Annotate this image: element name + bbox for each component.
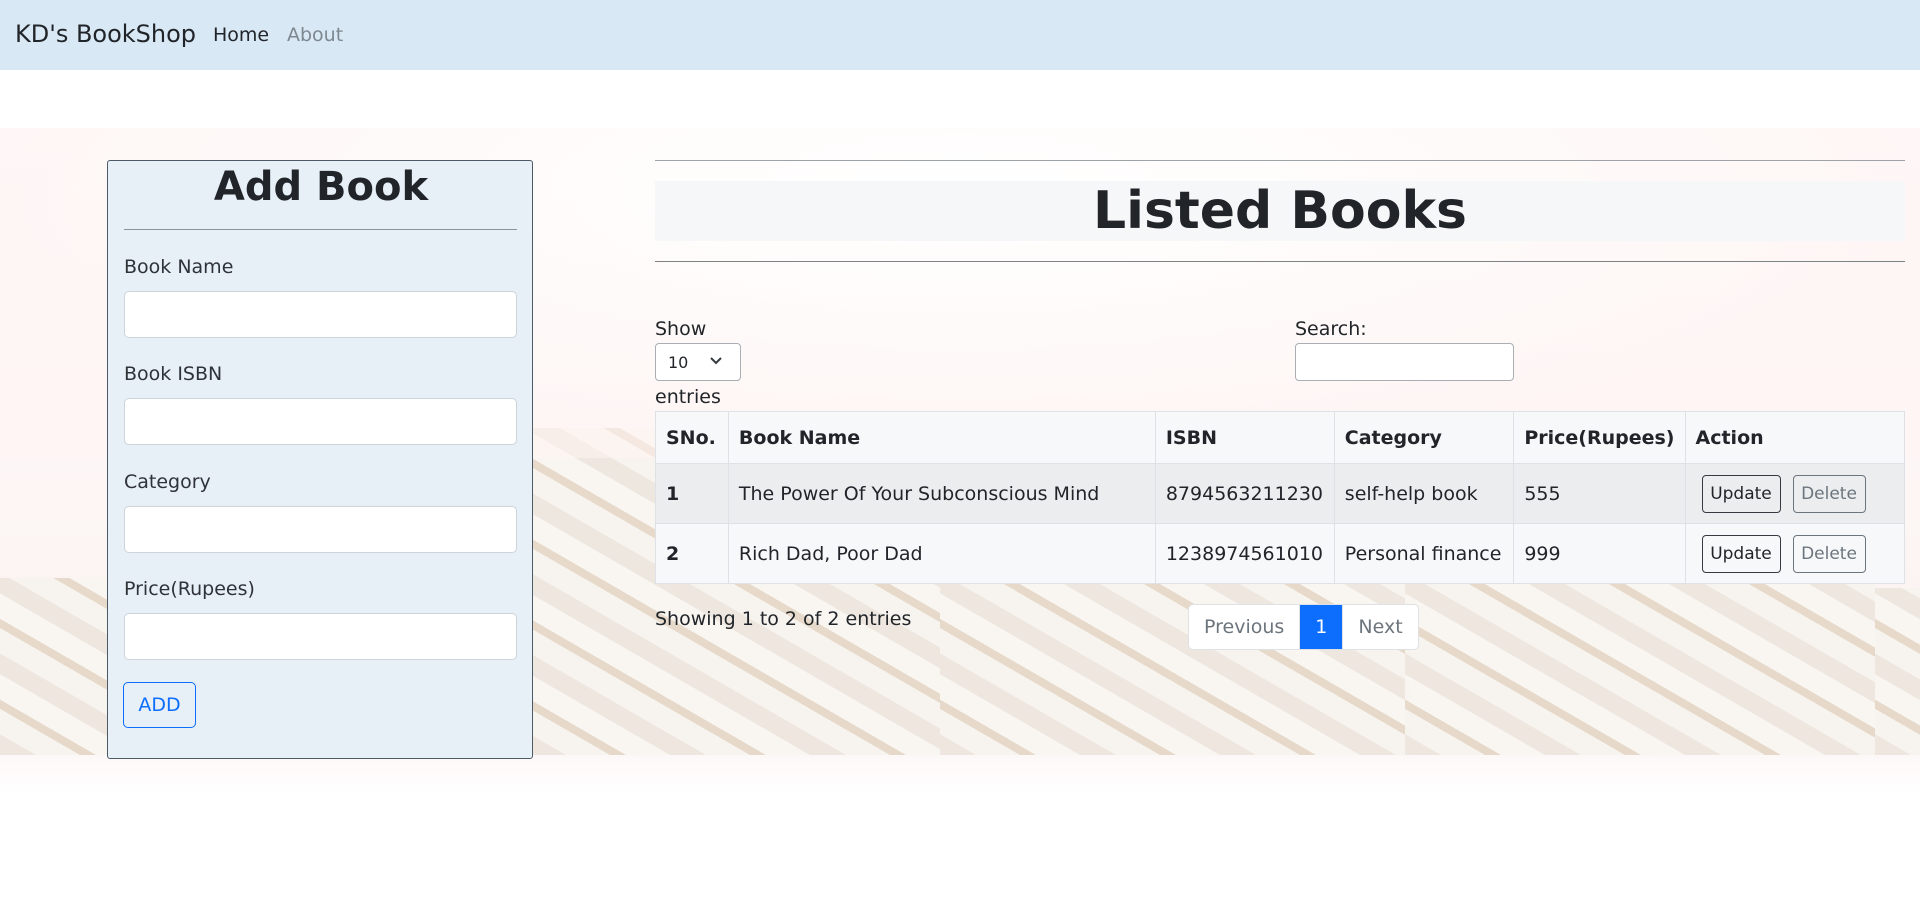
table-row: 2 Rich Dad, Poor Dad 1238974561010 Perso… (655, 523, 1905, 584)
column-header-sno[interactable]: SNo. (655, 411, 729, 464)
book-name-input[interactable] (124, 291, 517, 338)
category-input[interactable] (124, 506, 517, 553)
pagination-previous[interactable]: Previous (1189, 605, 1301, 649)
cell-category: self-help book (1333, 463, 1515, 524)
cell-isbn: 1238974561010 (1154, 523, 1335, 584)
column-header-isbn[interactable]: ISBN (1154, 411, 1335, 464)
category-label: Category (124, 471, 211, 493)
delete-button[interactable]: Delete (1792, 474, 1866, 513)
delete-button[interactable]: Delete (1792, 534, 1866, 573)
update-button[interactable]: Update (1701, 534, 1781, 573)
divider (655, 160, 1905, 161)
navbar: KD's BookShop Home About (0, 0, 1920, 70)
table-info: Showing 1 to 2 of 2 entries (655, 608, 912, 630)
books-photo (0, 578, 110, 755)
price-label: Price(Rupees) (124, 578, 255, 600)
update-button[interactable]: Update (1701, 474, 1781, 513)
background-fade-bottom (0, 755, 1920, 795)
cell-category: Personal finance (1333, 523, 1515, 584)
cell-action: Update Delete (1684, 463, 1905, 524)
cell-price: 555 (1513, 463, 1686, 524)
book-isbn-label: Book ISBN (124, 363, 223, 385)
show-label: Show (655, 318, 707, 340)
listed-books-title: Listed Books (1093, 181, 1467, 241)
book-name-label: Book Name (124, 256, 234, 278)
price-input[interactable] (124, 613, 517, 660)
entries-select[interactable]: 10 (655, 343, 741, 381)
nav-about-link[interactable]: About (287, 24, 343, 46)
add-book-title: Add Book (213, 164, 429, 210)
cell-price: 999 (1513, 523, 1686, 584)
cell-sno: 1 (655, 463, 729, 524)
cell-isbn: 8794563211230 (1154, 463, 1335, 524)
books-table: SNo. Book Name ISBN Category Price(Rupee… (655, 411, 1905, 584)
divider (655, 261, 1905, 262)
pagination-next[interactable]: Next (1343, 605, 1417, 649)
cell-book-name: Rich Dad, Poor Dad (727, 523, 1156, 584)
chevron-down-icon (708, 352, 724, 372)
listed-books-header: Listed Books (655, 181, 1905, 241)
entries-label: entries (655, 386, 721, 408)
brand-link[interactable]: KD's BookShop (15, 20, 196, 48)
book-isbn-input[interactable] (124, 398, 517, 445)
entries-select-value: 10 (668, 353, 689, 372)
pagination-page-1[interactable]: 1 (1300, 605, 1344, 649)
table-row: 1 The Power Of Your Subconscious Mind 87… (655, 463, 1905, 524)
column-header-category[interactable]: Category (1333, 411, 1515, 464)
search-input[interactable] (1295, 343, 1514, 381)
column-header-price[interactable]: Price(Rupees) (1513, 411, 1686, 464)
cell-book-name: The Power Of Your Subconscious Mind (727, 463, 1156, 524)
cell-sno: 2 (655, 523, 729, 584)
pagination: Previous 1 Next (1188, 604, 1419, 650)
search-label: Search: (1295, 318, 1367, 340)
nav-home-link[interactable]: Home (213, 24, 269, 46)
add-book-card: Add Book Book Name Book ISBN Category Pr… (107, 160, 533, 759)
column-header-action[interactable]: Action (1684, 411, 1905, 464)
table-header-row: SNo. Book Name ISBN Category Price(Rupee… (655, 411, 1905, 464)
add-button[interactable]: ADD (123, 682, 196, 728)
books-photo (1875, 588, 1920, 755)
cell-action: Update Delete (1684, 523, 1905, 584)
divider (124, 229, 517, 230)
column-header-book-name[interactable]: Book Name (727, 411, 1156, 464)
